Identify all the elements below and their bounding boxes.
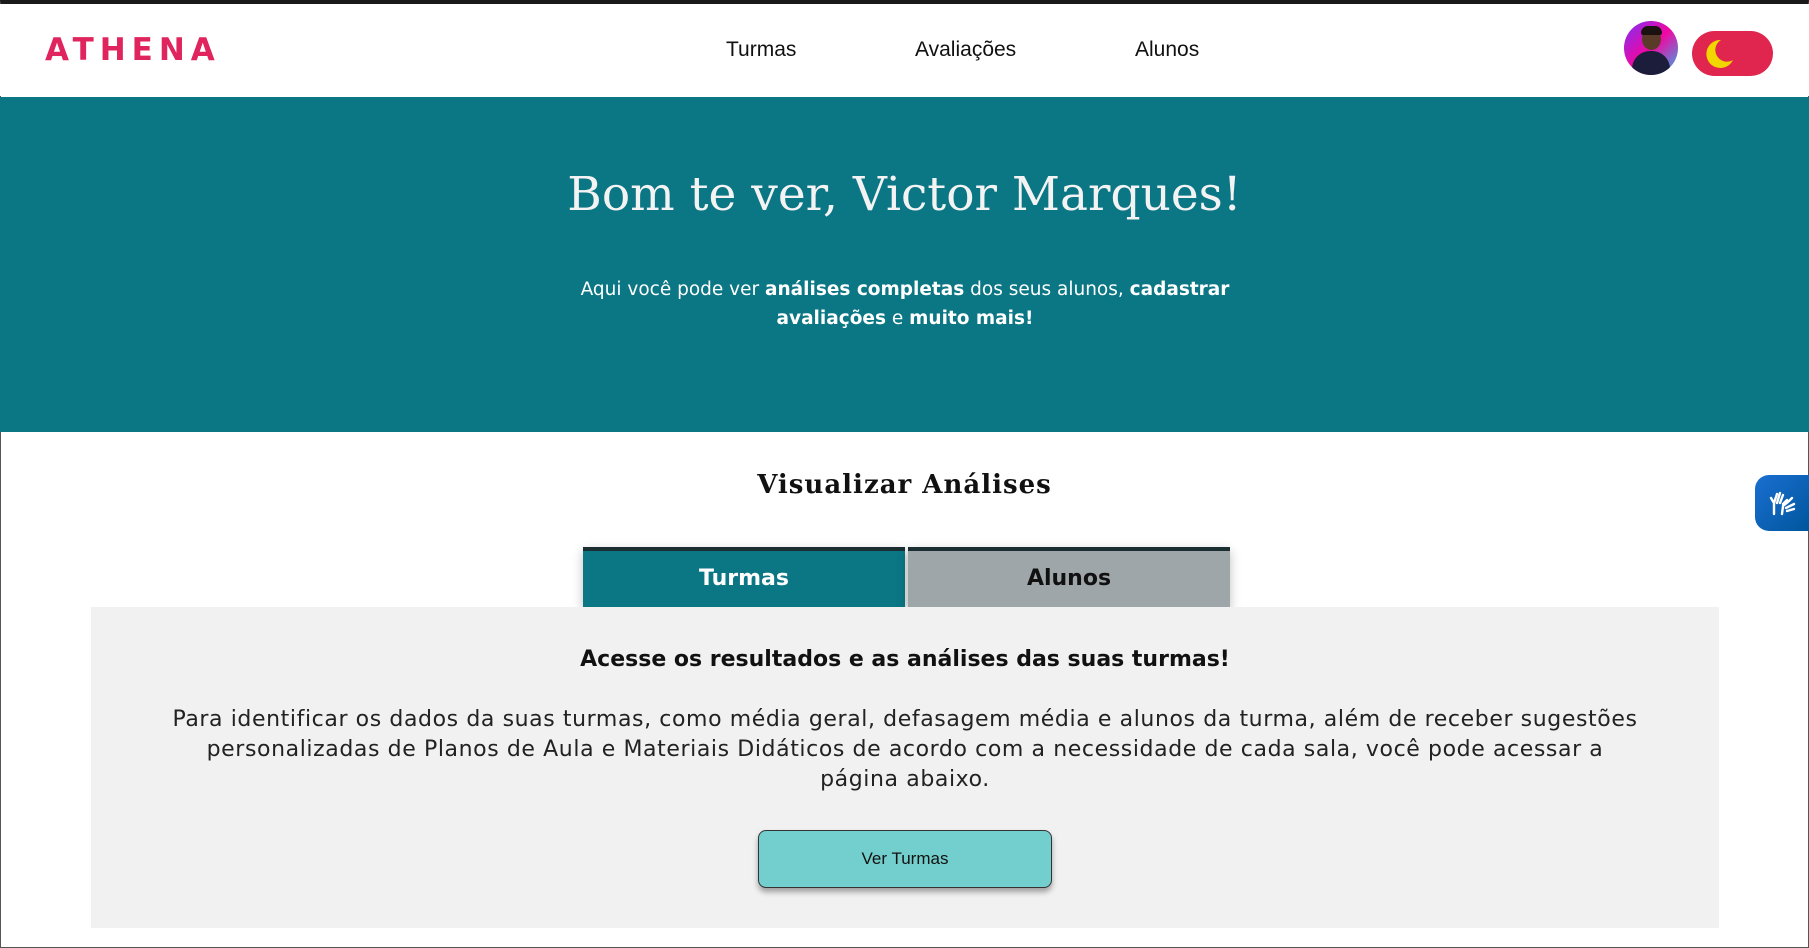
intro-text-2: dos seus alunos, [964, 279, 1130, 300]
moon-icon [1706, 39, 1733, 68]
nav-link-avaliacoes[interactable]: Avaliações [915, 38, 1016, 62]
nav-link-turmas[interactable]: Turmas [726, 38, 796, 62]
avatar-body [1632, 51, 1670, 75]
panel-heading: Acesse os resultados e as análises das s… [580, 647, 1230, 672]
intro-text-1: Aqui você pode ver [580, 279, 765, 300]
navbar: ATHENA Turmas Avaliações Alunos [0, 4, 1809, 96]
greeting-heading: Bom te ver, Victor Marques! [567, 167, 1242, 222]
avatar-hair [1641, 26, 1662, 35]
intro-bold-1: análises completas [765, 279, 965, 300]
user-avatar[interactable] [1624, 21, 1678, 75]
sign-language-hands-icon [1769, 491, 1796, 516]
analysis-section-title: Visualizar Análises [757, 470, 1052, 500]
ver-turmas-button[interactable]: Ver Turmas [758, 830, 1052, 888]
hero-banner: Bom te ver, Victor Marques! Aqui você po… [0, 97, 1809, 432]
nav-link-alunos[interactable]: Alunos [1135, 38, 1199, 62]
panel-description: Para identificar os dados da suas turmas… [172, 707, 1638, 792]
athena-logo[interactable]: ATHENA [45, 32, 221, 68]
intro-bold-3: muito mais! [909, 308, 1034, 329]
hero-intro: Aqui você pode ver análises completas do… [580, 275, 1230, 333]
accessibility-widget[interactable] [1755, 475, 1809, 531]
tab-alunos[interactable]: Alunos [908, 547, 1230, 607]
tab-turmas[interactable]: Turmas [583, 547, 905, 607]
intro-text-3: e [885, 308, 910, 329]
theme-toggle[interactable] [1692, 31, 1773, 76]
